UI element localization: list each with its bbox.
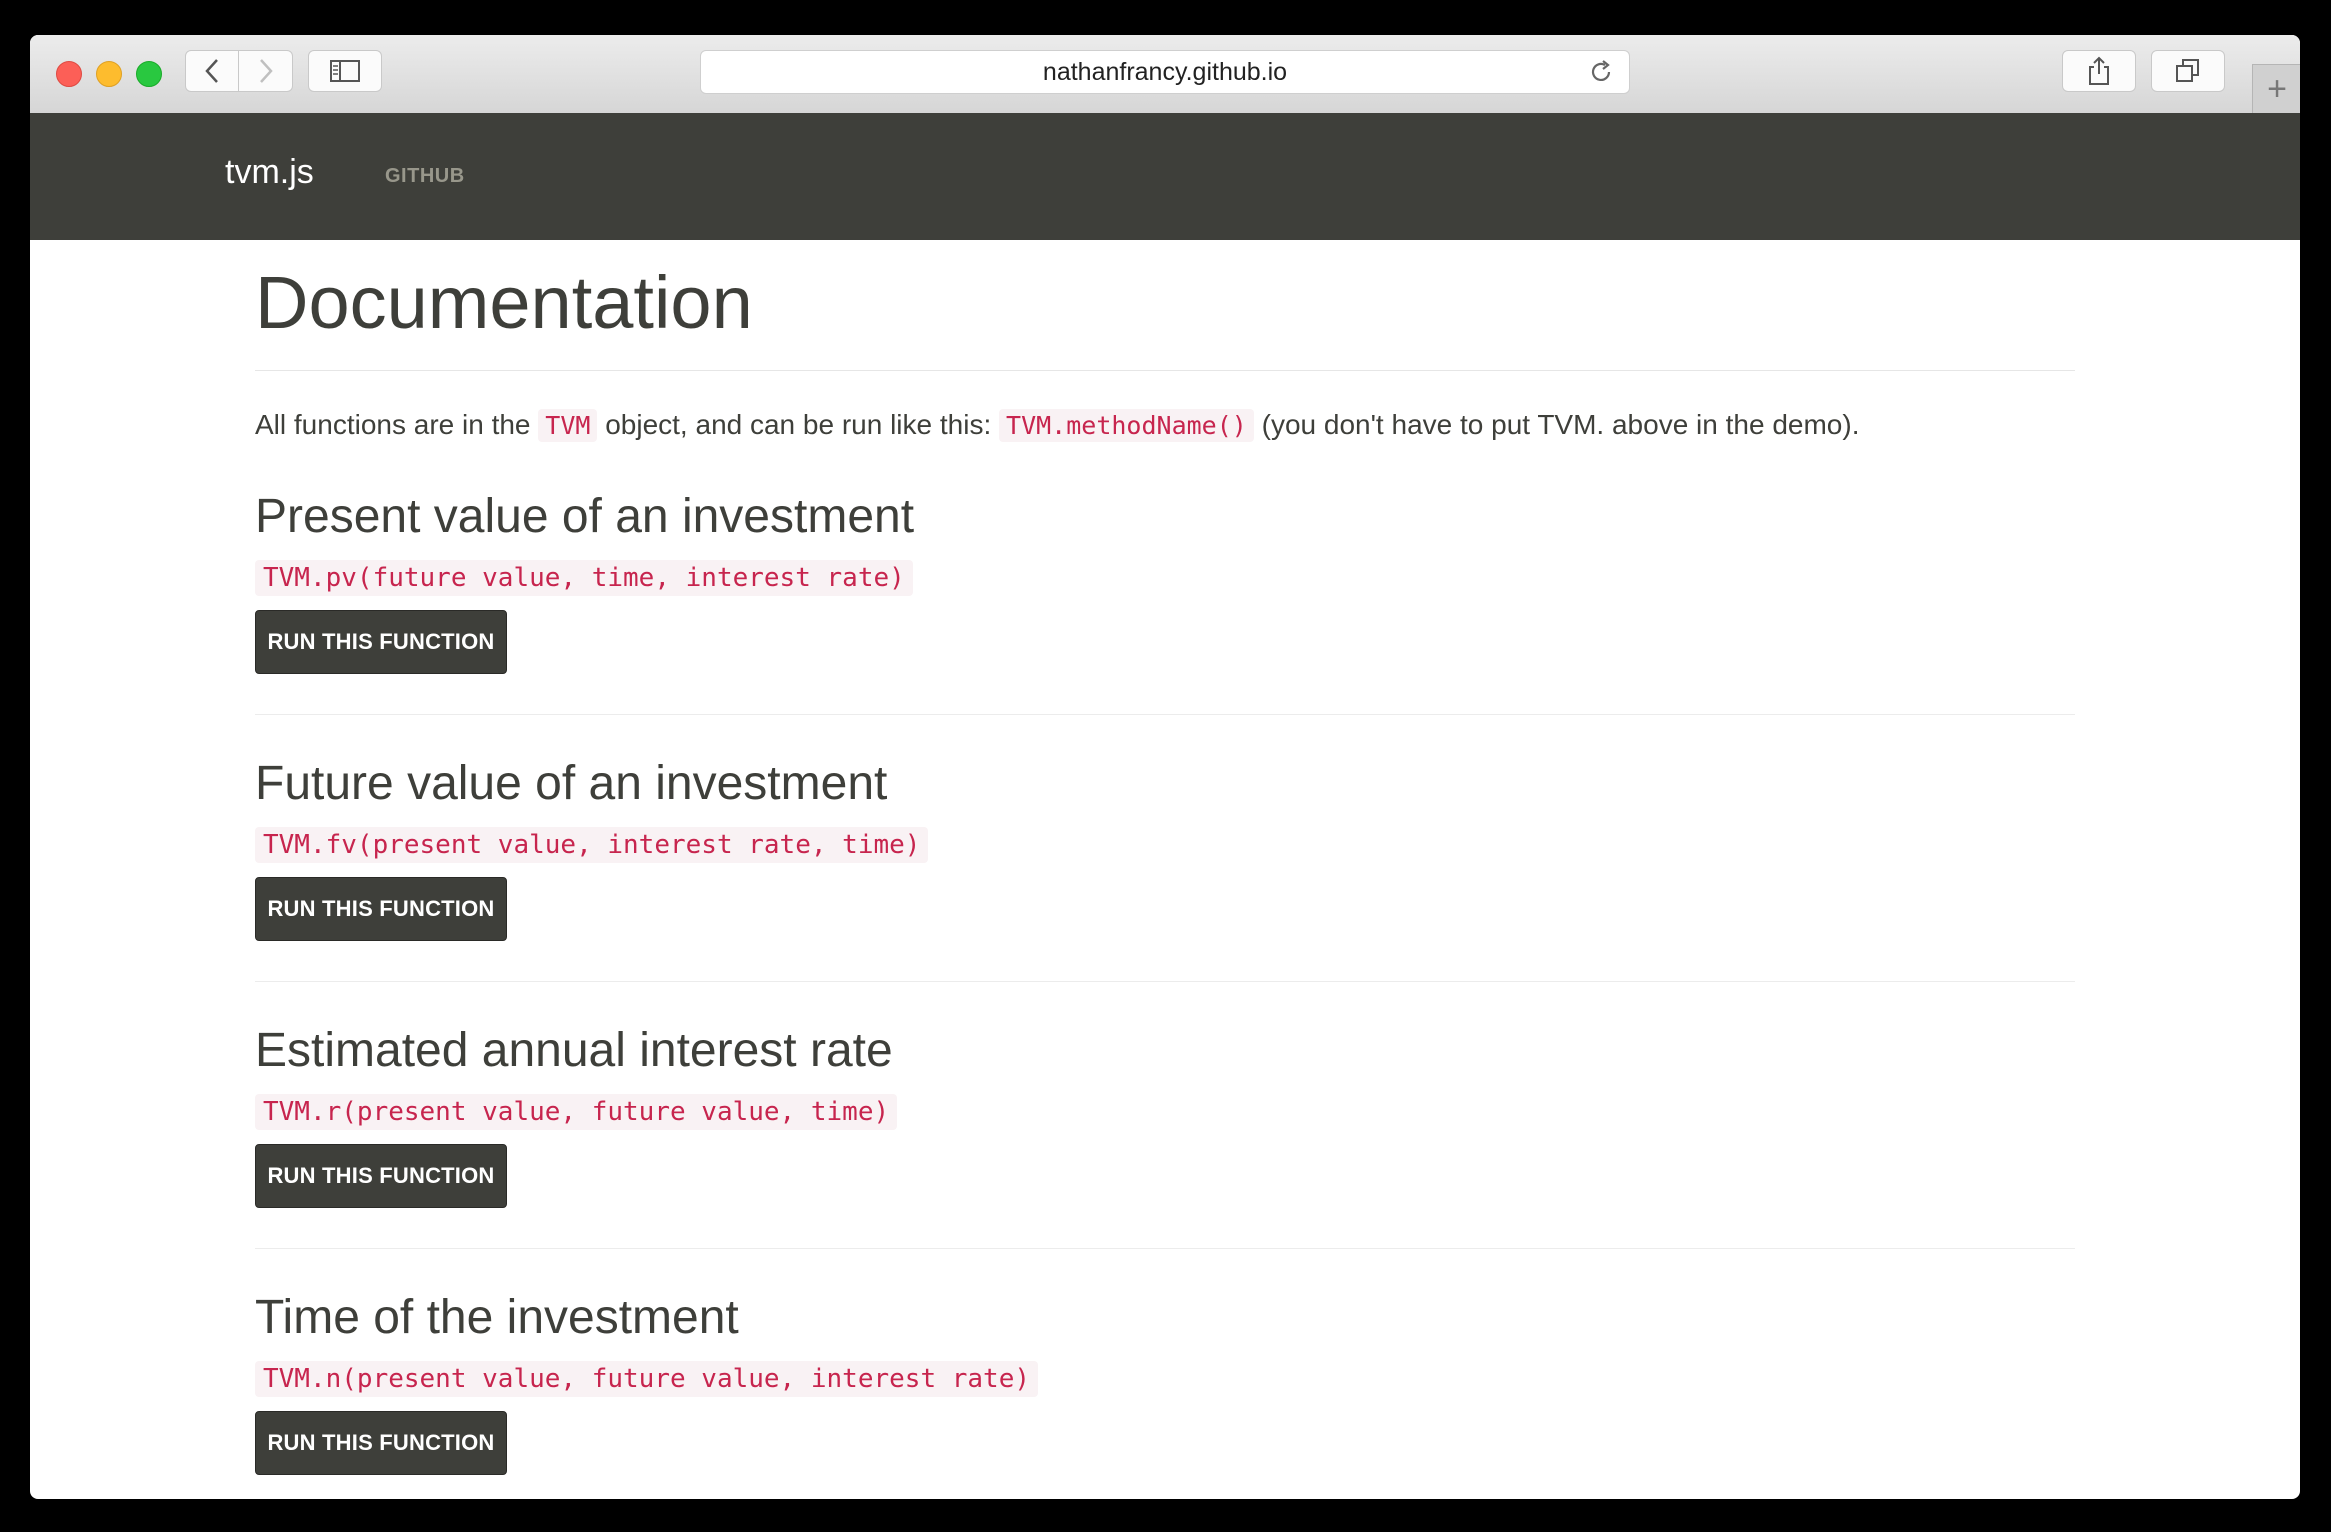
maximize-window-button[interactable]	[136, 61, 162, 87]
function-signature: TVM.fv(present value, interest rate, tim…	[255, 827, 929, 863]
share-icon	[2089, 56, 2109, 85]
intro-text-2: object, and can be run like this:	[597, 409, 1000, 440]
function-signature: TVM.n(present value, future value, inter…	[255, 1361, 1039, 1397]
run-function-button[interactable]: RUN THIS FUNCTION	[255, 1144, 507, 1208]
tabs-overview-icon	[2176, 59, 2199, 82]
section-present-value: Present value of an investment TVM.pv(fu…	[255, 474, 2075, 715]
show-tabs-button[interactable]	[2151, 50, 2225, 92]
intro-text-1: All functions are in the	[255, 409, 539, 440]
url-text: nathanfrancy.github.io	[1042, 57, 1288, 86]
section-title: Estimated annual interest rate	[255, 1024, 893, 1077]
function-signature: TVM.pv(future value, time, interest rate…	[255, 560, 913, 596]
function-signature: TVM.r(present value, future value, time)	[255, 1094, 898, 1130]
close-window-button[interactable]	[56, 61, 82, 87]
section-title: Future value of an investment	[255, 757, 888, 810]
section-interest-rate: Estimated annual interest rate TVM.r(pre…	[255, 982, 2075, 1249]
intro-paragraph: All functions are in the TVM object, and…	[255, 405, 2075, 446]
intro-code-method: TVM.methodName()	[999, 409, 1254, 442]
new-tab-button[interactable]: +	[2252, 64, 2300, 113]
main-content: Documentation All functions are in the T…	[255, 240, 2075, 1499]
run-function-button[interactable]: RUN THIS FUNCTION	[255, 610, 507, 674]
chevron-left-icon	[205, 59, 218, 83]
address-bar[interactable]: nathanfrancy.github.io	[700, 50, 1630, 94]
plus-icon: +	[2267, 69, 2287, 108]
site-navbar: tvm.js GITHUB	[30, 113, 2300, 240]
reload-icon[interactable]	[1587, 58, 1615, 86]
share-button[interactable]	[2062, 50, 2136, 92]
run-function-button[interactable]: RUN THIS FUNCTION	[255, 877, 507, 941]
run-function-button[interactable]: RUN THIS FUNCTION	[255, 1411, 507, 1475]
section-title: Time of the investment	[255, 1291, 739, 1344]
minimize-window-button[interactable]	[96, 61, 122, 87]
forward-button[interactable]	[239, 50, 293, 92]
browser-toolbar: nathanfrancy.github.io +	[30, 35, 2300, 114]
chevron-right-icon	[259, 59, 273, 83]
intro-code-tvm: TVM	[538, 409, 598, 442]
sidebar-toggle-button[interactable]	[308, 50, 382, 92]
page-title: Documentation	[255, 240, 2075, 371]
back-button[interactable]	[185, 50, 239, 92]
section-title: Present value of an investment	[255, 490, 915, 543]
section-time: Time of the investment TVM.n(present val…	[255, 1249, 2075, 1499]
sidebar-icon	[330, 60, 360, 82]
brand-link[interactable]: tvm.js	[225, 153, 314, 192]
github-link[interactable]: GITHUB	[385, 165, 465, 188]
section-future-value: Future value of an investment TVM.fv(pre…	[255, 715, 2075, 982]
intro-text-3: (you don't have to put TVM. above in the…	[1253, 409, 1860, 440]
browser-window: nathanfrancy.github.io + tvm.js GITHUB D…	[30, 35, 2300, 1499]
